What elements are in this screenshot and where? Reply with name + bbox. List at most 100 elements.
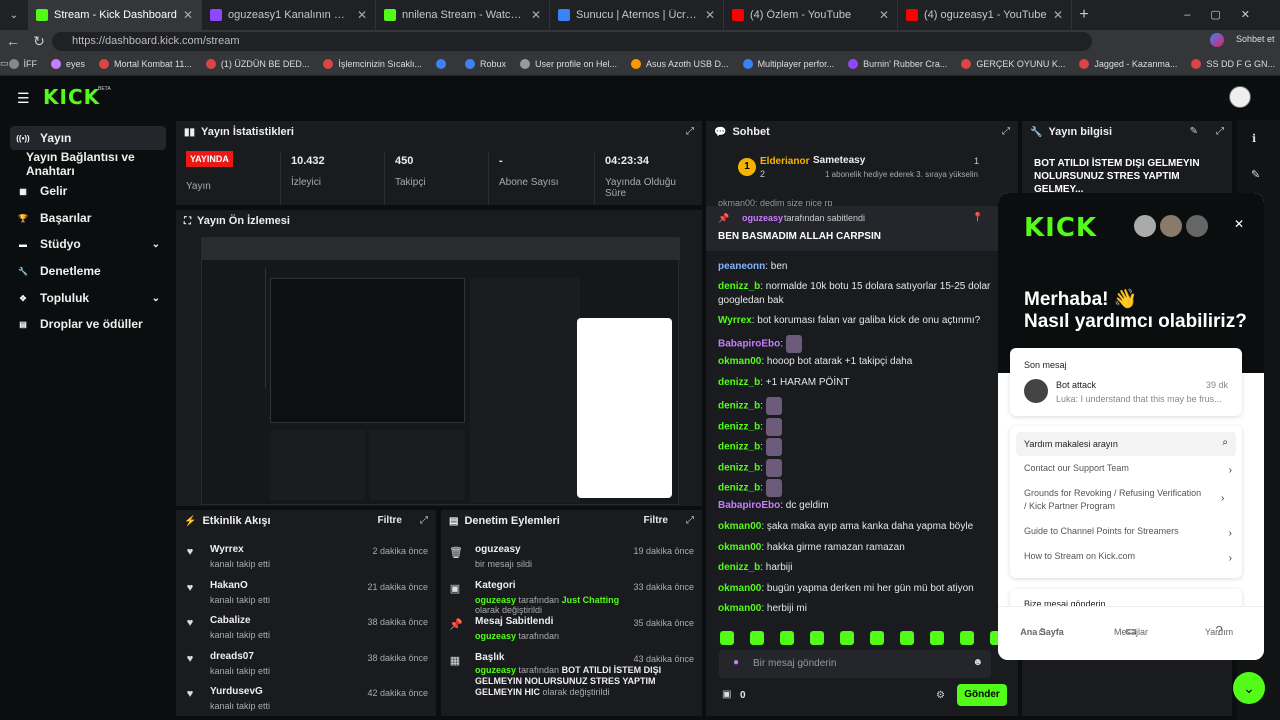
sidebar-item[interactable]: ✥ Topluluk ⌄ (10, 286, 166, 310)
sidebar-item[interactable]: ▦ Gelir (10, 179, 166, 203)
close-icon[interactable]: ✕ (1234, 217, 1244, 231)
sidebar-item[interactable]: 🏆 Başarılar (10, 206, 166, 230)
chat-username[interactable]: denizz_b (718, 562, 760, 573)
chat-username[interactable]: peaneonn (718, 261, 765, 272)
bookmark[interactable] (435, 58, 451, 69)
expand-icon[interactable]: ⤢ (686, 126, 694, 137)
mic-icon[interactable]: ● (733, 657, 739, 668)
avatar[interactable] (1229, 86, 1251, 108)
emote-icon[interactable] (750, 631, 764, 645)
expand-icon[interactable]: ⤢ (1002, 126, 1010, 137)
emote-icon[interactable] (870, 631, 884, 645)
close-tab-icon[interactable]: ✕ (705, 8, 715, 22)
emote-icon[interactable] (960, 631, 974, 645)
emote-icon[interactable] (840, 631, 854, 645)
expand-icon[interactable]: ⤢ (420, 515, 428, 526)
bookmark[interactable]: İFF (8, 58, 37, 69)
chat-username[interactable]: denizz_b (718, 377, 760, 388)
widget-toggle-button[interactable]: ⌄ (1233, 672, 1265, 704)
emoji-icon[interactable]: ☻ (972, 657, 983, 668)
bookmark[interactable]: SS DD F G GN... (1191, 58, 1275, 69)
emote-icon[interactable] (900, 631, 914, 645)
activity-user[interactable]: HakanO (210, 580, 358, 591)
bookmark[interactable]: Robux (464, 58, 506, 69)
sync-label[interactable]: Sohbet et (1236, 34, 1275, 44)
back-icon[interactable]: ← (0, 33, 26, 49)
url-field[interactable]: https://dashboard.kick.com/stream (52, 32, 1092, 51)
filter-button[interactable]: Filtre (644, 515, 668, 526)
bookmark[interactable]: Multiplayer perfor... (742, 58, 834, 69)
chat-username[interactable]: denizz_b (718, 281, 760, 292)
new-tab-button[interactable]: + (1072, 6, 1096, 24)
activity-user[interactable]: Wyrrex (210, 544, 358, 555)
close-tab-icon[interactable]: ✕ (1053, 8, 1063, 22)
chat-username[interactable]: denizz_b (718, 442, 760, 453)
browser-tab[interactable]: (4) Özlem - YouTube ✕ (724, 0, 898, 30)
browser-tab[interactable]: Sunucu | Aternos | Ücretsiz Minecraft ✕ (550, 0, 724, 30)
close-tab-icon[interactable]: ✕ (879, 8, 889, 22)
bookmark[interactable]: Asus Azoth USB D... (631, 58, 729, 69)
info-icon[interactable]: ℹ (1252, 132, 1256, 145)
activity-user[interactable]: YurdusevG (210, 686, 358, 697)
chat-username[interactable]: Wyrrex (718, 315, 752, 326)
recent-message-card[interactable]: Son mesaj Bot attack 39 dk Luka: I under… (1010, 348, 1242, 416)
window-controls[interactable]: –▢✕ (1184, 8, 1270, 21)
help-search[interactable]: Yardım makalesi arayın ⌕ (1016, 432, 1236, 456)
sidebar-item[interactable]: Yayın Bağlantısı ve Anahtarı (10, 150, 166, 178)
help-article[interactable]: How to Stream on Kick.com › (1024, 551, 1232, 564)
points-icon[interactable]: ▣ (722, 689, 731, 700)
chat-username[interactable]: okman00 (718, 521, 761, 532)
help-article[interactable]: Guide to Channel Points for Streamers › (1024, 526, 1232, 539)
browser-tab[interactable]: Stream - Kick Dashboard ✕ (28, 0, 202, 30)
settings-icon[interactable]: ⚙ (936, 690, 945, 701)
reload-icon[interactable]: ↻ (26, 33, 52, 50)
close-tab-icon[interactable]: ✕ (531, 8, 541, 22)
sidebar-item[interactable]: ▬ Stüdyo ⌄ (10, 232, 166, 256)
chat-username[interactable]: BabapiroEbo (718, 500, 780, 511)
edit-icon[interactable]: ✎ (1190, 126, 1198, 137)
chat-username[interactable]: okman00 (718, 542, 761, 553)
filter-button[interactable]: Filtre (378, 515, 402, 526)
sidebar-item[interactable]: 🔧 Denetleme (10, 259, 166, 283)
browser-tab[interactable]: oguzeasy1 Kanalının Videoları - Tw ✕ (202, 0, 376, 30)
chat-username[interactable]: denizz_b (718, 483, 760, 494)
chat-username[interactable]: BabapiroEbo (718, 339, 780, 350)
bookmark[interactable]: İşlemcinizin Sıcaklı... (323, 58, 422, 69)
hamburger-icon[interactable]: ☰ (17, 90, 30, 107)
expand-icon[interactable]: ⤢ (686, 515, 694, 526)
bookmark[interactable]: GERÇEK OYUNU K... (961, 58, 1065, 69)
bookmark-menu-icon[interactable]: ▭ (0, 58, 9, 69)
emote-icon[interactable] (780, 631, 794, 645)
send-button[interactable]: Gönder (957, 684, 1007, 706)
emote-icon[interactable] (930, 631, 944, 645)
kick-logo[interactable]: KICK (43, 85, 100, 109)
browser-tab[interactable]: (4) oguzeasy1 - YouTube ✕ (898, 0, 1072, 30)
activity-user[interactable]: Cabalize (210, 615, 358, 626)
sidebar-item[interactable]: ((•)) Yayın (10, 126, 166, 150)
copilot-icon[interactable] (1210, 33, 1224, 47)
bookmark[interactable]: eyes (51, 58, 85, 69)
bookmark[interactable]: Mortal Kombat 11... (99, 58, 192, 69)
sidebar-item[interactable]: ▤ Droplar ve ödüller (10, 312, 166, 336)
bookmark[interactable]: Burnin' Rubber Cra... (848, 58, 947, 69)
close-tab-icon[interactable]: ✕ (183, 8, 193, 22)
emote-icon[interactable] (810, 631, 824, 645)
activity-user[interactable]: dreads07 (210, 651, 358, 662)
chat-username[interactable]: denizz_b (718, 401, 760, 412)
pencil-icon[interactable]: ✎ (1251, 168, 1260, 181)
close-tab-icon[interactable]: ✕ (357, 8, 367, 22)
browser-tab[interactable]: nnilena Stream - Watch Live on Kick ✕ (376, 0, 550, 30)
help-article[interactable]: Grounds for Revoking / Refusing Verifica… (1024, 487, 1204, 513)
preview-video[interactable] (201, 237, 680, 505)
bookmark[interactable]: (1) ÜZDÜN BE DED... (205, 58, 309, 69)
unpin-icon[interactable]: 📍 (972, 212, 983, 223)
chat-username[interactable]: denizz_b (718, 463, 760, 474)
expand-icon[interactable]: ⤢ (1216, 126, 1224, 137)
chat-username[interactable]: denizz_b (718, 422, 760, 433)
chat-username[interactable]: okman00 (718, 356, 761, 367)
tab-list-icon[interactable]: ⌄ (0, 10, 28, 21)
help-article[interactable]: Contact our Support Team › (1024, 463, 1232, 476)
bookmark[interactable]: Jagged - Kazanma... (1079, 58, 1177, 69)
chat-username[interactable]: okman00 (718, 603, 761, 614)
chat-username[interactable]: okman00 (718, 583, 761, 594)
